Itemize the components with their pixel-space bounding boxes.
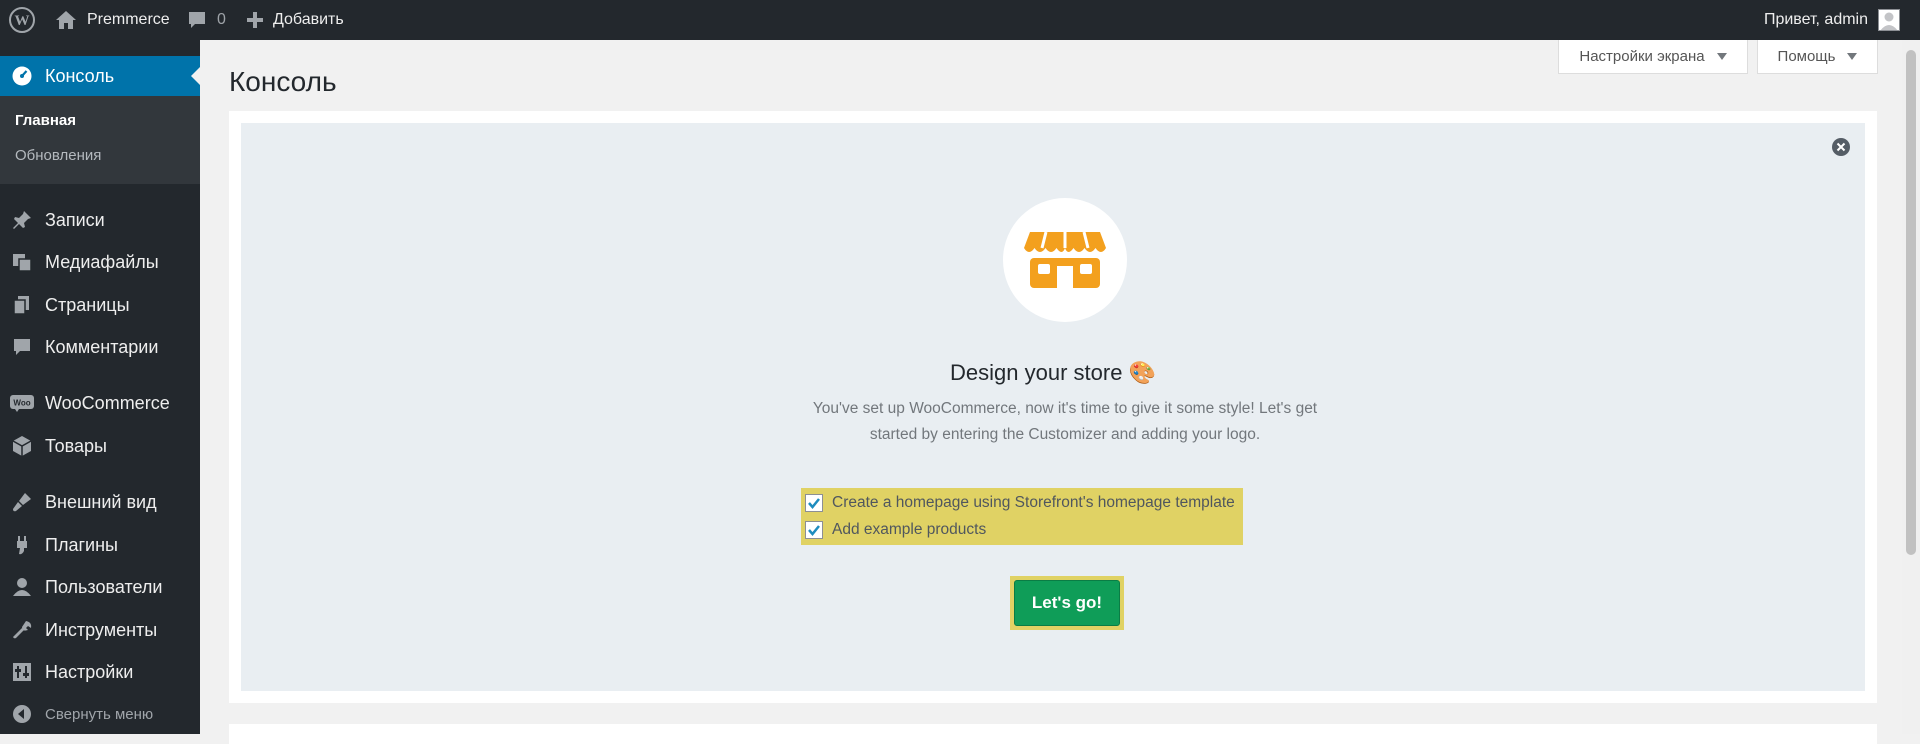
collapse-menu-button[interactable]: Свернуть меню <box>0 698 200 730</box>
media-icon <box>8 248 36 276</box>
menu-item-tools[interactable]: Инструменты <box>0 610 200 650</box>
menu-item-posts[interactable]: Записи <box>0 200 200 240</box>
user-silhouette-icon <box>1880 12 1898 30</box>
products-icon <box>8 432 36 460</box>
design-store-title: Design your store 🎨 <box>241 360 1865 386</box>
menu-label-media: Медиафайлы <box>45 251 159 272</box>
svg-text:Woo: Woo <box>13 399 30 408</box>
menu-label-settings: Настройки <box>45 661 134 682</box>
design-store-description: You've set up WooCommerce, now it's time… <box>812 400 1318 443</box>
comments-count: 0 <box>217 11 226 28</box>
menu-item-comments[interactable]: Комментарии <box>0 327 200 367</box>
dismiss-button[interactable] <box>1832 138 1850 156</box>
page-scrollbar[interactable] <box>1902 40 1920 734</box>
setup-options: Create a homepage using Storefront's hom… <box>801 488 1243 545</box>
menu-item-dashboard[interactable]: Консоль <box>0 56 200 96</box>
palette-emoji: 🎨 <box>1128 360 1156 385</box>
home-icon <box>56 11 76 29</box>
menu-label-pages: Страницы <box>45 294 130 315</box>
menu-label-comments: Комментарии <box>45 336 159 357</box>
menu-label-plugins: Плагины <box>45 534 118 555</box>
my-account-link[interactable]: Привет, admin <box>1764 0 1900 40</box>
submenu-item-updates[interactable]: Обновления <box>15 147 101 164</box>
menu-item-pages[interactable]: Страницы <box>0 285 200 325</box>
menu-label-posts: Записи <box>45 209 105 230</box>
help-button[interactable]: Помощь <box>1757 40 1878 74</box>
menu-label-woocommerce: WooCommerce <box>45 392 170 413</box>
scrollbar-thumb[interactable] <box>1906 50 1916 555</box>
tools-icon <box>8 616 36 644</box>
admin-sidebar: Консоль Главная Обновления Записи Медиаф… <box>0 40 200 734</box>
collapse-arrow-icon <box>8 704 36 724</box>
menu-item-media[interactable]: Медиафайлы <box>0 242 200 282</box>
wordpress-logo-button[interactable]: W <box>8 0 36 40</box>
homepage-checkbox[interactable] <box>805 494 823 512</box>
avatar <box>1878 9 1900 31</box>
pin-icon <box>8 206 36 234</box>
welcome-panel: Design your store 🎨 You've set up WooCom… <box>229 111 1877 703</box>
dashboard-icon <box>8 62 36 90</box>
plus-icon <box>247 12 263 28</box>
lets-go-button[interactable]: Let's go! <box>1014 580 1120 626</box>
menu-label-dashboard: Консоль <box>45 65 115 86</box>
wordpress-logo-icon: W <box>9 7 35 33</box>
menu-item-plugins[interactable]: Плагины <box>0 525 200 565</box>
add-new-label: Добавить <box>273 11 344 28</box>
menu-item-appearance[interactable]: Внешний вид <box>0 482 200 522</box>
homepage-option[interactable]: Create a homepage using Storefront's hom… <box>805 491 1235 515</box>
add-new-link[interactable]: Добавить <box>247 0 344 40</box>
close-icon <box>1836 142 1846 152</box>
menu-label-products: Товары <box>45 435 107 456</box>
menu-item-woocommerce[interactable]: Woo WooCommerce <box>0 383 200 423</box>
dashboard-submenu: Главная Обновления <box>0 96 200 184</box>
menu-item-products[interactable]: Товары <box>0 426 200 466</box>
woocommerce-icon: Woo <box>8 389 36 417</box>
comment-bubble-icon <box>189 12 205 28</box>
greeting-text: Привет, admin <box>1763 11 1868 28</box>
screen-options-button[interactable]: Настройки экрана <box>1558 40 1748 74</box>
site-name: Premmerce <box>87 11 170 28</box>
design-title-text: Design your store <box>950 360 1123 385</box>
design-store-panel: Design your store 🎨 You've set up WooCom… <box>241 123 1865 691</box>
screen-options-label: Настройки экрана <box>1579 48 1705 65</box>
comments-icon <box>8 333 36 361</box>
menu-label-tools: Инструменты <box>45 619 158 640</box>
submenu-item-home[interactable]: Главная <box>15 112 76 129</box>
menu-item-users[interactable]: Пользователи <box>0 567 200 607</box>
pages-icon <box>8 291 36 319</box>
example-products-label: Add example products <box>832 521 987 538</box>
next-dashboard-widget <box>229 724 1877 744</box>
store-illustration <box>1003 198 1127 322</box>
menu-label-users: Пользователи <box>45 576 163 597</box>
caret-down-icon <box>1847 53 1858 60</box>
users-icon <box>8 573 36 601</box>
collapse-menu-label: Свернуть меню <box>45 705 154 723</box>
appearance-icon <box>8 488 36 516</box>
page-title: Консоль <box>229 66 337 97</box>
checkmark-icon <box>808 525 820 536</box>
plugins-icon <box>8 531 36 559</box>
checkmark-icon <box>808 498 820 509</box>
menu-label-appearance: Внешний вид <box>45 491 157 512</box>
site-name-link[interactable]: Premmerce <box>55 0 170 40</box>
caret-down-icon <box>1716 53 1727 60</box>
products-option[interactable]: Add example products <box>805 518 986 542</box>
comments-link[interactable]: 0 <box>187 0 226 40</box>
svg-text:W: W <box>15 13 30 29</box>
storefront-icon <box>1024 231 1106 288</box>
settings-icon <box>8 658 36 686</box>
menu-item-settings[interactable]: Настройки <box>0 652 200 692</box>
help-label: Помощь <box>1777 48 1836 65</box>
example-products-checkbox[interactable] <box>805 521 823 539</box>
admin-bar: W Premmerce 0 Добавить Привет, admin <box>0 0 1920 40</box>
lets-go-highlight: Let's go! <box>1010 576 1124 630</box>
homepage-checkbox-label: Create a homepage using Storefront's hom… <box>832 494 1235 511</box>
